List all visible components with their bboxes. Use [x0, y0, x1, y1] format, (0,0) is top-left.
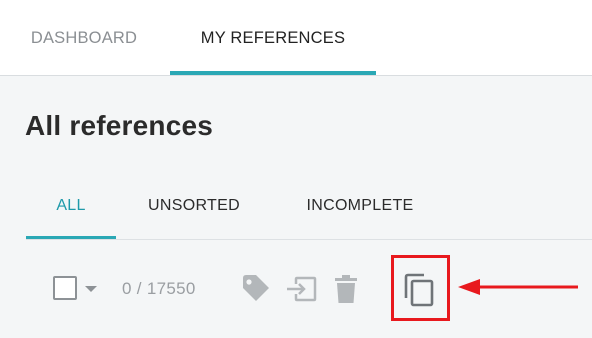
- tab-unsorted[interactable]: UNSORTED: [130, 176, 258, 236]
- selection-count: 0 / 17550: [122, 279, 196, 298]
- tab-incomplete[interactable]: INCOMPLETE: [285, 176, 435, 236]
- caret-down-icon[interactable]: [85, 286, 97, 292]
- page-title: All references: [25, 110, 214, 141]
- tag-icon[interactable]: [241, 275, 271, 303]
- top-nav: DASHBOARD MY REFERENCES: [0, 0, 592, 76]
- sub-tabs: ALL UNSORTED INCOMPLETE: [0, 176, 592, 240]
- tab-dashboard[interactable]: DASHBOARD: [0, 0, 168, 76]
- tab-my-references[interactable]: MY REFERENCES: [170, 0, 376, 76]
- toolbar: 0 / 17550: [0, 241, 592, 338]
- divider: [26, 239, 592, 240]
- trash-icon[interactable]: [335, 275, 357, 303]
- select-all-checkbox[interactable]: [53, 276, 77, 300]
- red-arrow-annotation: [458, 279, 578, 295]
- move-to-icon[interactable]: [285, 276, 317, 302]
- tab-all[interactable]: ALL: [26, 176, 116, 236]
- active-tab-indicator: [170, 71, 376, 75]
- highlight-box: [391, 255, 450, 321]
